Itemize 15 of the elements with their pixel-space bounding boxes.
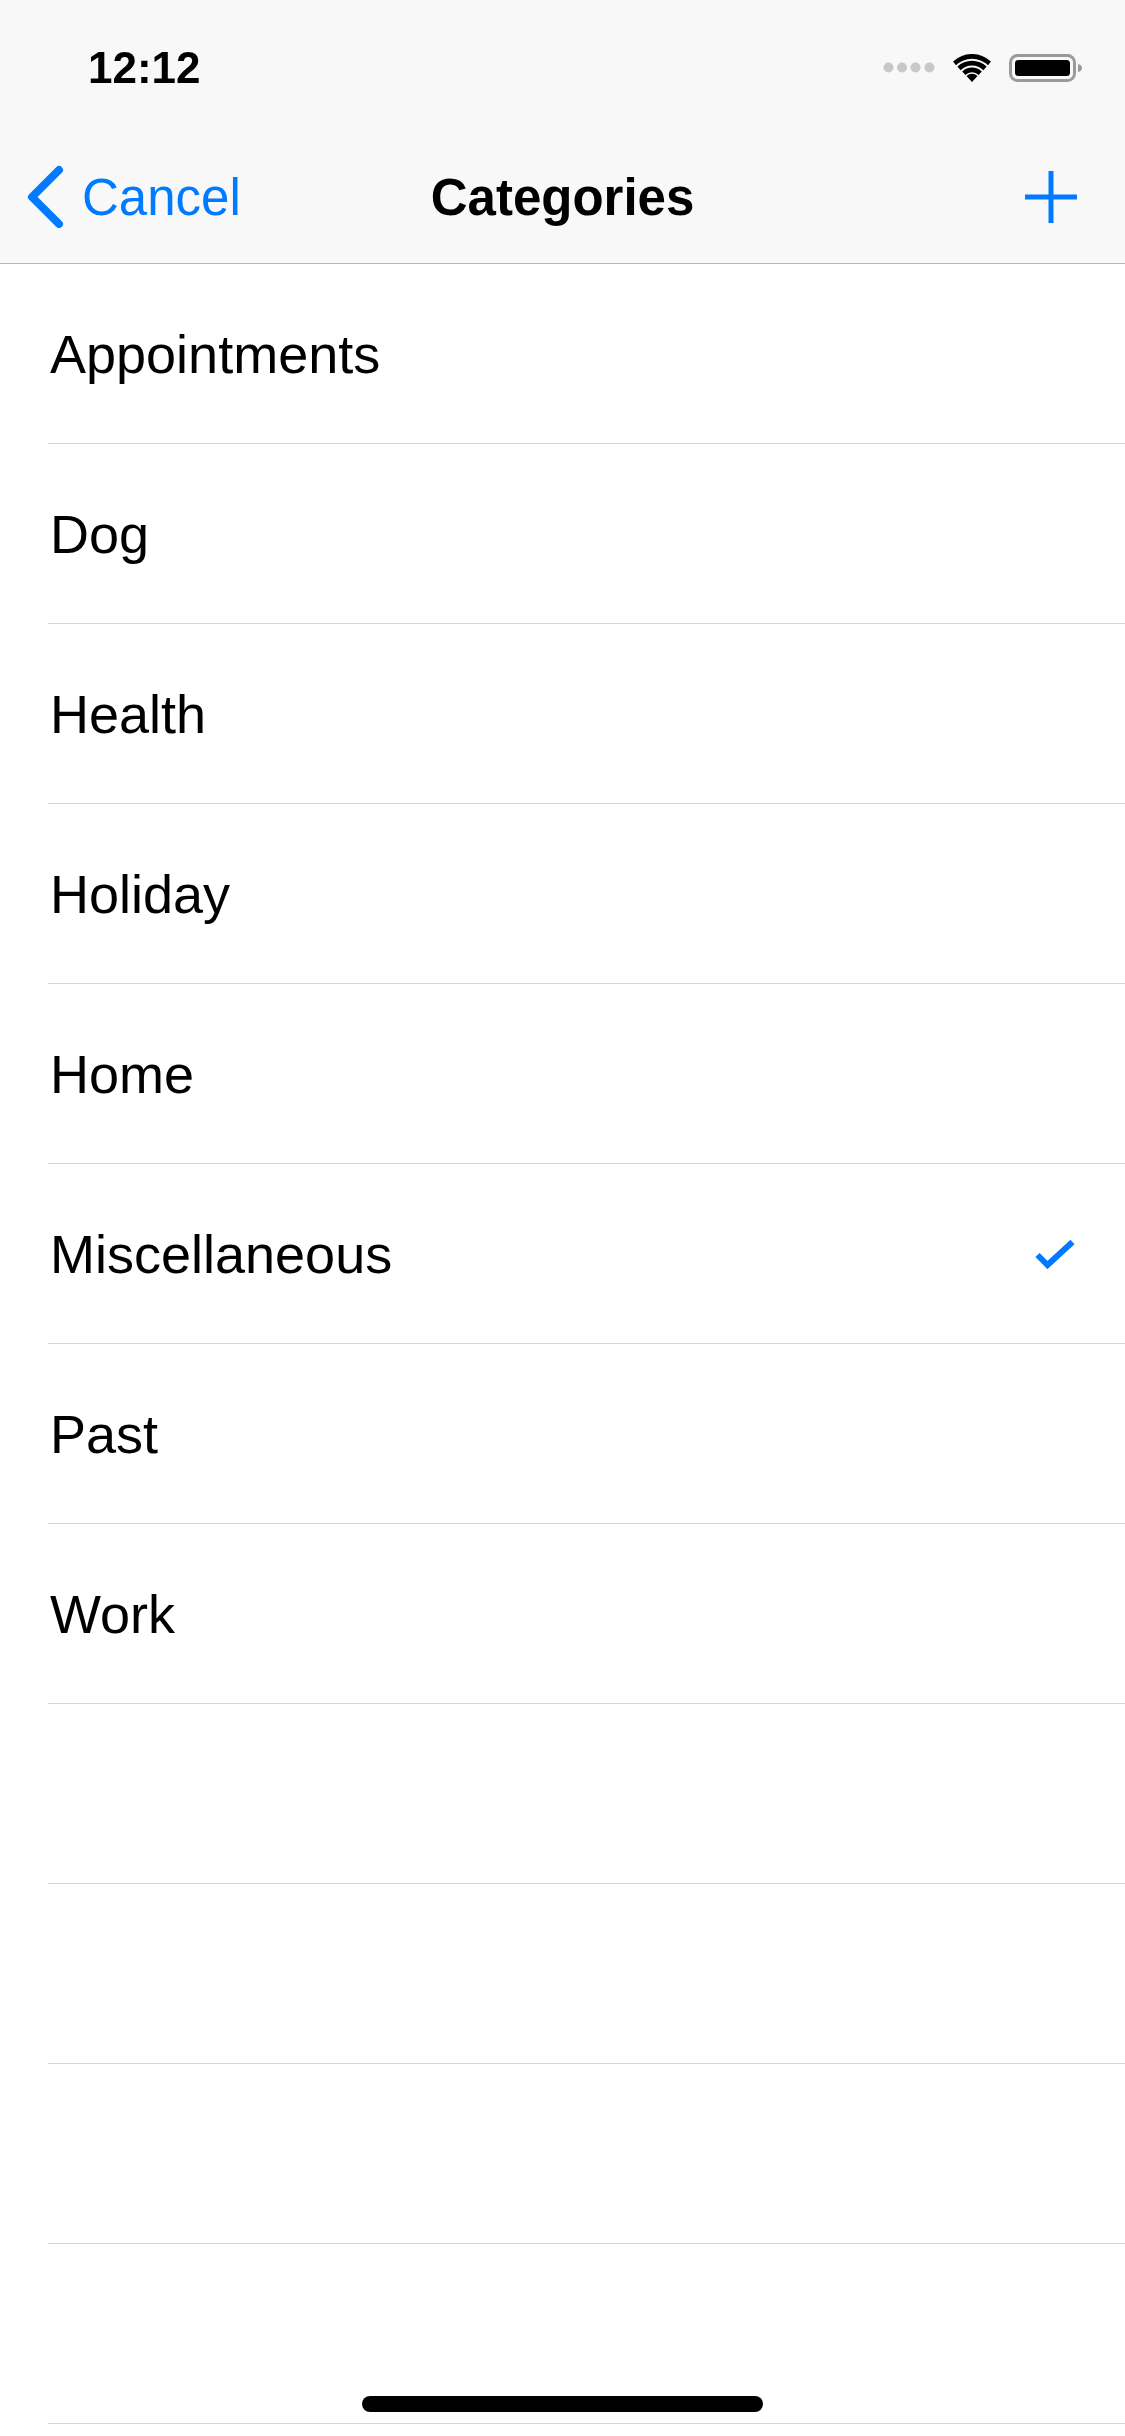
- category-row[interactable]: Past: [48, 1344, 1125, 1524]
- plus-icon: [1025, 171, 1077, 224]
- cancel-button[interactable]: Cancel: [0, 155, 249, 240]
- battery-icon: [1009, 53, 1083, 82]
- category-row[interactable]: Dog: [48, 444, 1125, 624]
- category-row[interactable]: Holiday: [48, 804, 1125, 984]
- back-chevron-icon: [26, 165, 64, 230]
- signal-dots-icon: [883, 62, 935, 74]
- wifi-icon: [953, 53, 991, 82]
- status-time: 12:12: [88, 45, 201, 90]
- category-row[interactable]: Health: [48, 624, 1125, 804]
- category-row[interactable]: Work: [48, 1524, 1125, 1704]
- category-row[interactable]: Appointments: [48, 264, 1125, 444]
- category-row[interactable]: Home: [48, 984, 1125, 1164]
- category-row[interactable]: Miscellaneous: [48, 1164, 1125, 1344]
